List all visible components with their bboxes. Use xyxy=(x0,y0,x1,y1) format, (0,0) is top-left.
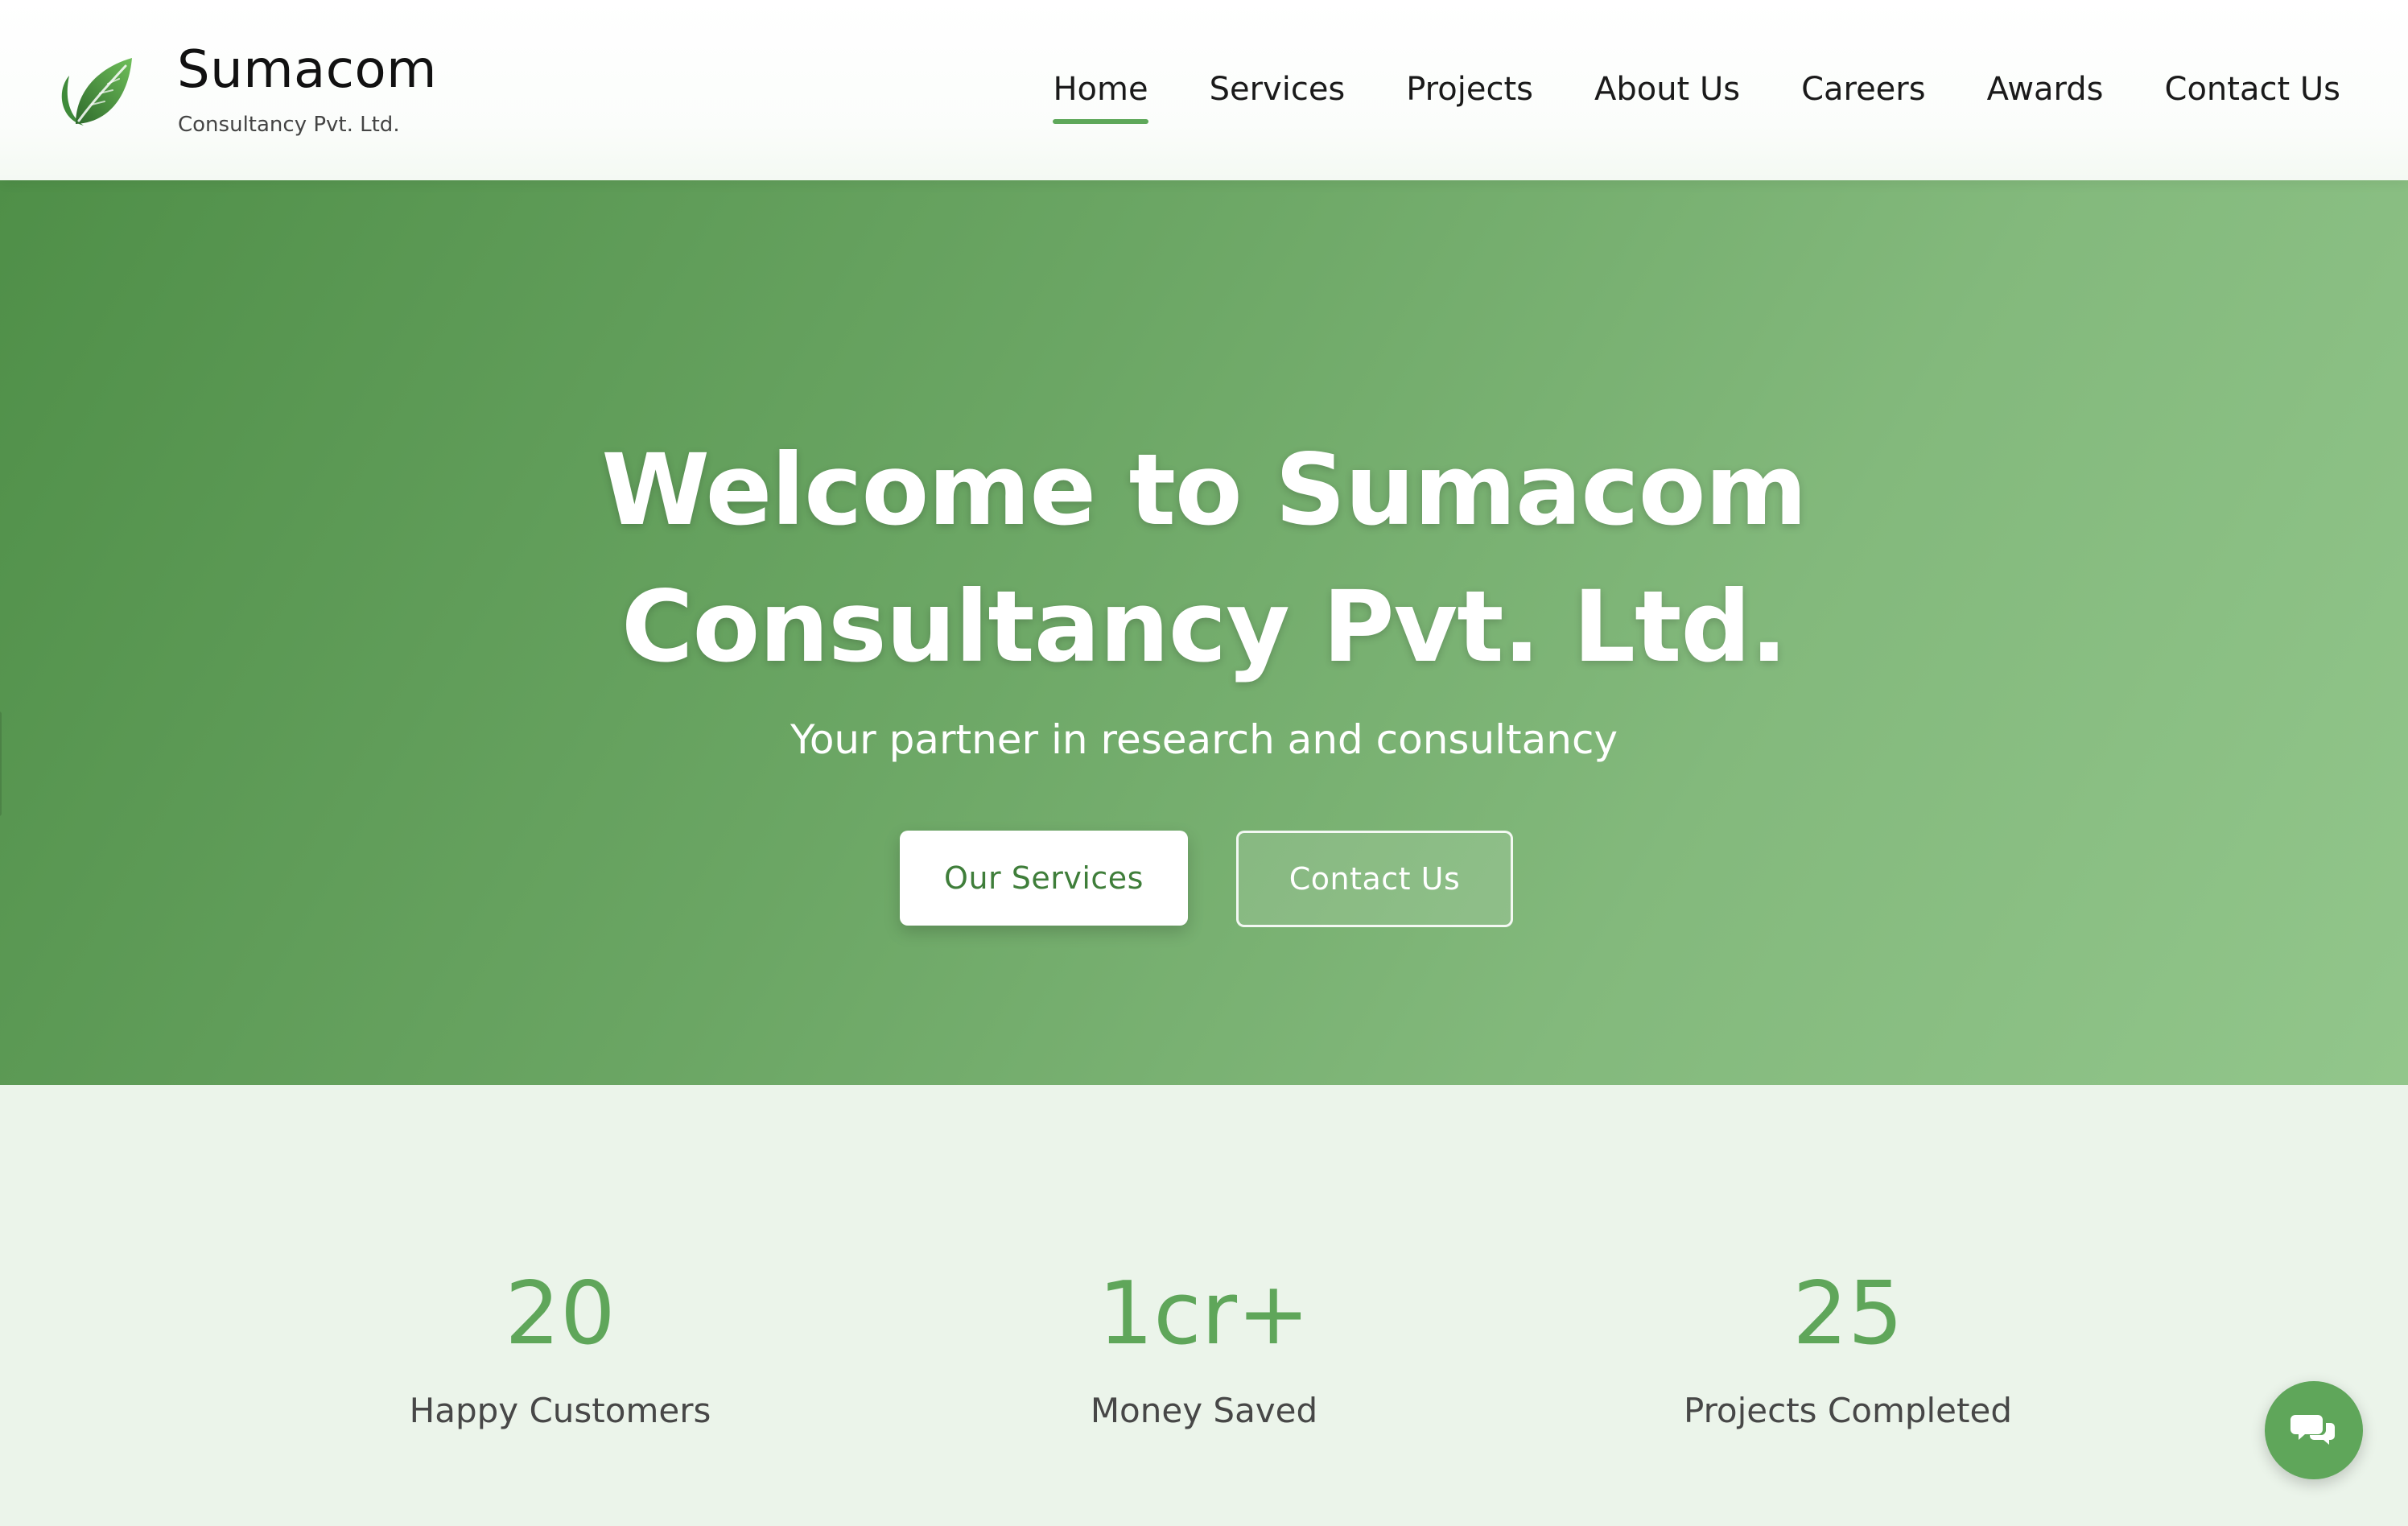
stat-label: Projects Completed xyxy=(1683,1391,2012,1430)
nav-item-about-us[interactable]: About Us xyxy=(1564,68,1771,111)
stat-value: 20 xyxy=(505,1264,616,1364)
stat-money-saved: 1cr+ Money Saved xyxy=(882,1262,1526,1430)
stats-section: 20 Happy Customers 1cr+ Money Saved 25 P… xyxy=(0,1085,2408,1526)
our-services-button[interactable]: Our Services xyxy=(900,831,1188,926)
chat-button[interactable] xyxy=(2265,1381,2363,1479)
nav-item-home[interactable]: Home xyxy=(1022,68,1178,124)
stat-value: 1cr+ xyxy=(1098,1264,1310,1364)
carousel-edge-handle[interactable] xyxy=(0,711,2,816)
hero-section: Welcome to Sumacom Consultancy Pvt. Ltd.… xyxy=(0,180,2408,1085)
stat-projects-completed: 25 Projects Completed xyxy=(1526,1262,2170,1430)
brand-subtitle: Consultancy Pvt. Ltd. xyxy=(178,113,400,137)
site-header: Sumacom Consultancy Pvt. Ltd. Home Servi… xyxy=(0,0,2408,180)
leaf-logo-icon[interactable] xyxy=(52,52,135,135)
hero-title-line-1: Welcome to Sumacom xyxy=(601,433,1807,547)
hero-subtitle: Your partner in research and consultancy xyxy=(790,716,1618,763)
nav-item-projects[interactable]: Projects xyxy=(1375,68,1564,111)
stat-happy-customers: 20 Happy Customers xyxy=(238,1262,882,1430)
chat-bubbles-icon xyxy=(2290,1415,2335,1445)
brand-name[interactable]: Sumacom xyxy=(177,40,437,100)
nav-item-services[interactable]: Services xyxy=(1179,68,1376,111)
hero-title: Welcome to Sumacom Consultancy Pvt. Ltd. xyxy=(399,422,2009,695)
nav-item-contact-us[interactable]: Contact Us xyxy=(2134,68,2340,111)
nav-item-careers[interactable]: Careers xyxy=(1771,68,1956,111)
stat-label: Happy Customers xyxy=(409,1391,711,1430)
stat-value: 25 xyxy=(1792,1264,1903,1364)
nav-item-awards[interactable]: Awards xyxy=(1956,68,2134,111)
contact-us-button[interactable]: Contact Us xyxy=(1236,831,1513,927)
hero-title-line-2: Consultancy Pvt. Ltd. xyxy=(621,570,1787,684)
main-nav: Home Services Projects About Us Careers … xyxy=(1022,68,2340,124)
stat-label: Money Saved xyxy=(1090,1391,1318,1430)
